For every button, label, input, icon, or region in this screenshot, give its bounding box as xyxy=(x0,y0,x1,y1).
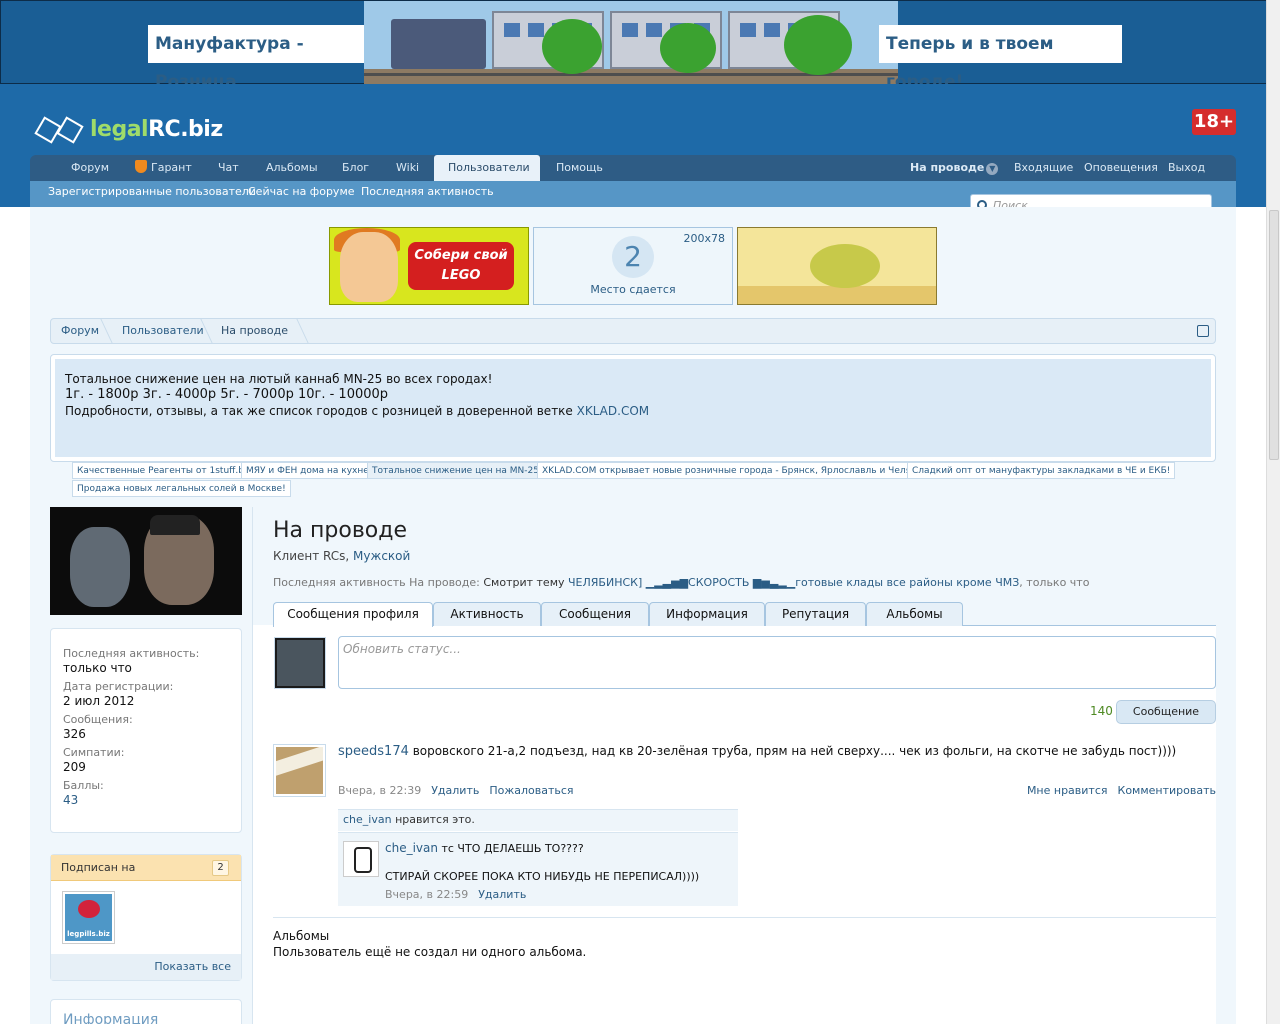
breadcrumb: Форум Пользователи На проводе xyxy=(50,318,1216,344)
profile-tabs: Сообщения профиля Активность Сообщения И… xyxy=(273,602,1216,627)
page-title: На проводе xyxy=(273,518,407,543)
banner-right-text: Теперь и в твоем городе! xyxy=(879,25,1122,92)
profile-stats: Последняя активность: только что Дата ре… xyxy=(50,628,242,833)
subnav-registered-users[interactable]: Зарегистрированные пользователи xyxy=(48,181,256,203)
notice-tab[interactable]: Тотальное снижение цен на MN-25!!! xyxy=(367,462,555,479)
profile-avatar[interactable] xyxy=(50,507,242,615)
post-author-link[interactable]: speeds174 xyxy=(338,744,409,759)
notice-tab[interactable]: Продажа новых легальных солей в Москве! xyxy=(72,480,291,497)
site-header: legalRC.biz 18+ Форум Гарант Чат Альбомы… xyxy=(0,84,1280,207)
status-input[interactable]: Обновить статус... xyxy=(338,636,1216,689)
subnav-online-now[interactable]: Сейчас на форуме xyxy=(248,181,355,203)
like-link[interactable]: Мне нравится xyxy=(1027,784,1108,797)
shield-icon xyxy=(135,160,147,173)
notice-tab[interactable]: МЯУ и ФЕН дома на кухне! xyxy=(241,462,378,479)
report-link[interactable]: Пожаловаться xyxy=(489,784,573,797)
following-box: Подписан на 2 legpills.biz Показать все xyxy=(50,854,242,981)
nav-users[interactable]: Пользователи xyxy=(434,155,540,181)
notice-tab[interactable]: Качественные Реагенты от 1stuff.biz xyxy=(72,462,257,479)
chevron-down-icon: ▼ xyxy=(986,163,999,175)
comment: che_ivan тс ЧТО ДЕЛАЕШЬ ТО???? СТИРАЙ СКО… xyxy=(338,832,738,906)
tab-messages[interactable]: Сообщения xyxy=(541,602,649,626)
last-activity: Последняя активность На проводе: Смотрит… xyxy=(273,576,1090,589)
notice-link[interactable]: XKLAD.COM xyxy=(577,404,650,418)
nav-logout[interactable]: Выход xyxy=(1168,155,1205,181)
nav-chat[interactable]: Чат xyxy=(218,155,239,181)
tab-information[interactable]: Информация xyxy=(649,602,765,626)
main-nav: Форум Гарант Чат Альбомы Блог Wiki Польз… xyxy=(30,155,1236,181)
page-scrollbar[interactable] xyxy=(1266,0,1280,1024)
nav-account[interactable]: На проводе ▼ xyxy=(910,155,999,181)
subnav-recent-activity[interactable]: Последняя активность xyxy=(361,181,494,203)
tab-reputation[interactable]: Репутация xyxy=(765,602,866,626)
post-actions: Мне нравится Комментировать xyxy=(1017,784,1216,797)
nav-inbox[interactable]: Входящие xyxy=(1014,155,1073,181)
likes-summary: che_ivan нравится это. xyxy=(338,809,738,831)
profile-post: speeds174 воровского 21-а,2 подъезд, над… xyxy=(338,744,1177,759)
delete-link[interactable]: Удалить xyxy=(431,784,479,797)
show-all-link[interactable]: Показать все xyxy=(51,954,241,980)
comment-delete-link[interactable]: Удалить xyxy=(478,888,526,901)
divider xyxy=(273,917,1216,918)
post-meta: Вчера, в 22:39 Удалить Пожаловаться xyxy=(338,784,574,797)
user-title: Клиент RCs, Мужской xyxy=(273,549,411,563)
post-author-avatar[interactable] xyxy=(273,744,326,797)
breadcrumb-current[interactable]: На проводе xyxy=(221,319,288,343)
nav-guarantor[interactable]: Гарант xyxy=(135,155,192,181)
molecule-icon xyxy=(30,112,90,146)
tab-profile-posts[interactable]: Сообщения профиля xyxy=(273,602,433,627)
following-avatar[interactable]: legpills.biz xyxy=(62,891,115,944)
ad-placeholder[interactable]: 200x78 2 Место сдается xyxy=(533,227,733,305)
info-box: Информация xyxy=(50,999,242,1024)
notice-tab[interactable]: XKLAD.COM открывает новые розничные горо… xyxy=(537,462,951,479)
site-logo[interactable]: legalRC.biz xyxy=(30,109,223,149)
age-restriction-badge: 18+ xyxy=(1192,109,1236,135)
nav-forum[interactable]: Форум xyxy=(71,155,109,181)
breadcrumb-users[interactable]: Пользователи xyxy=(122,319,204,343)
notice-tab[interactable]: Сладкий опт от мануфактуры закладками в … xyxy=(907,462,1176,479)
comment-author-avatar[interactable] xyxy=(343,841,379,877)
notice-line2: 1г. - 1800р 3г. - 4000р 5г. - 7000р 10г.… xyxy=(65,387,389,402)
banner-left-text: Мануфактура - Розница xyxy=(148,25,377,92)
user-avatar[interactable] xyxy=(274,637,326,689)
nav-wiki[interactable]: Wiki xyxy=(396,155,419,181)
nav-albums[interactable]: Альбомы xyxy=(266,155,318,181)
comment-link[interactable]: Комментировать xyxy=(1118,784,1216,797)
notice-box: Тотальное снижение цен на лютый каннаб M… xyxy=(50,354,1216,462)
notice-line1: Тотальное снижение цен на лютый каннаб M… xyxy=(65,372,493,386)
ad-lego[interactable]: Собери свой LEGO xyxy=(329,227,529,305)
ad-fish[interactable] xyxy=(737,227,937,305)
train-illustration xyxy=(364,1,898,85)
jump-to-icon[interactable] xyxy=(1197,325,1209,337)
albums-empty-text: Пользователь ещё не создал ни одного аль… xyxy=(273,945,587,959)
tab-albums[interactable]: Альбомы xyxy=(866,602,963,626)
following-count: 2 xyxy=(212,860,229,876)
nav-alerts[interactable]: Оповещения xyxy=(1084,155,1158,181)
top-ad-banner[interactable]: Мануфактура - Розница Теперь и в твоем г… xyxy=(0,0,1280,92)
points-link[interactable]: 43 xyxy=(63,792,229,808)
char-counter: 140 xyxy=(1090,704,1113,718)
nav-blog[interactable]: Блог xyxy=(342,155,369,181)
comment-author-link[interactable]: che_ivan xyxy=(385,841,438,855)
notice-line3: Подробности, отзывы, а так же список гор… xyxy=(65,404,650,418)
nav-help[interactable]: Помощь xyxy=(556,155,603,181)
thread-link[interactable]: ЧЕЛЯБИНСК] ▁▂▃▅▆СКОРОСТЬ ▆▅▃▂▁готовые кл… xyxy=(568,576,1019,589)
albums-heading: Альбомы xyxy=(273,929,330,943)
tab-activity[interactable]: Активность xyxy=(433,602,541,626)
liker-link[interactable]: che_ivan xyxy=(343,813,392,826)
post-message-button[interactable]: Сообщение xyxy=(1116,700,1216,724)
